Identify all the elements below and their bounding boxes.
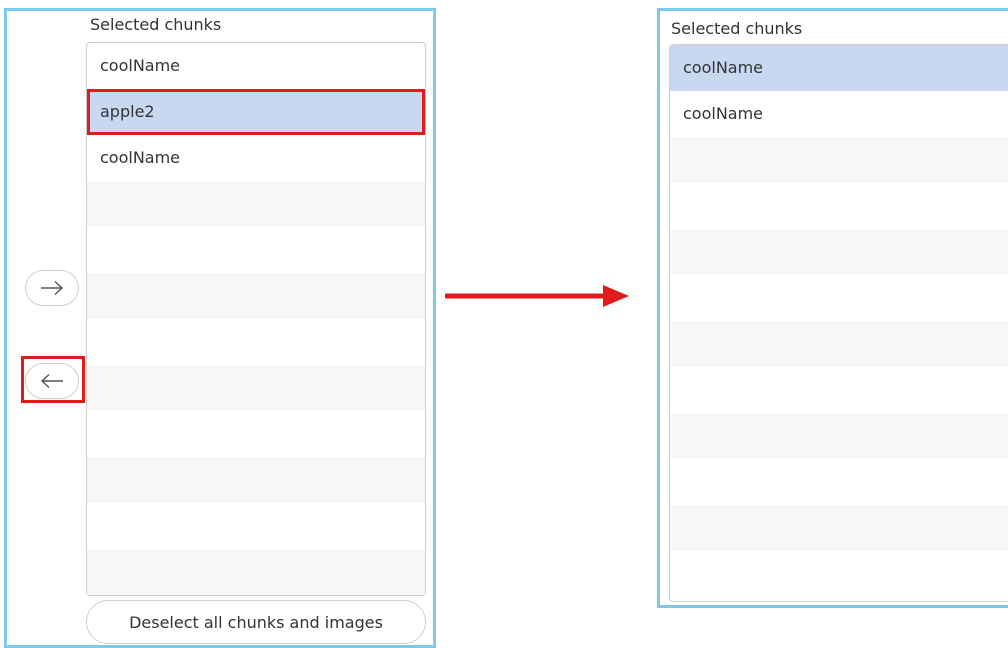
empty-row <box>670 321 1008 367</box>
move-left-button[interactable] <box>25 363 79 399</box>
empty-row <box>670 505 1008 551</box>
empty-row <box>670 459 1008 505</box>
list-item-selected[interactable]: coolName <box>670 45 1008 91</box>
empty-row <box>87 503 425 549</box>
empty-row <box>670 137 1008 183</box>
after-panel: Selected chunks coolName coolName <box>657 8 1008 608</box>
selected-chunks-list[interactable]: coolName coolName <box>669 44 1008 602</box>
list-item[interactable]: coolName <box>87 135 425 181</box>
selected-chunks-title: Selected chunks <box>90 15 222 34</box>
empty-row <box>670 551 1008 597</box>
empty-row <box>87 411 425 457</box>
arrow-right-icon <box>41 280 64 296</box>
list-item[interactable]: coolName <box>670 91 1008 137</box>
empty-row <box>670 275 1008 321</box>
arrow-left-icon <box>40 373 63 389</box>
empty-row <box>87 227 425 273</box>
list-item[interactable]: coolName <box>87 43 425 89</box>
before-panel: Selected chunks coolName apple2 coolName… <box>4 8 436 648</box>
selected-chunks-list[interactable]: coolName apple2 coolName <box>86 42 426 596</box>
empty-row <box>87 273 425 319</box>
empty-row <box>87 319 425 365</box>
empty-row <box>670 183 1008 229</box>
empty-row <box>87 549 425 595</box>
empty-row <box>87 365 425 411</box>
deselect-all-button[interactable]: Deselect all chunks and images <box>86 600 426 644</box>
move-right-button[interactable] <box>25 270 79 306</box>
arrow-right-icon <box>445 285 629 307</box>
empty-row <box>87 457 425 503</box>
selected-chunks-title: Selected chunks <box>671 19 803 38</box>
empty-row <box>670 367 1008 413</box>
empty-row <box>87 181 425 227</box>
empty-row <box>670 229 1008 275</box>
empty-row <box>670 413 1008 459</box>
list-item-selected[interactable]: apple2 <box>87 89 425 135</box>
